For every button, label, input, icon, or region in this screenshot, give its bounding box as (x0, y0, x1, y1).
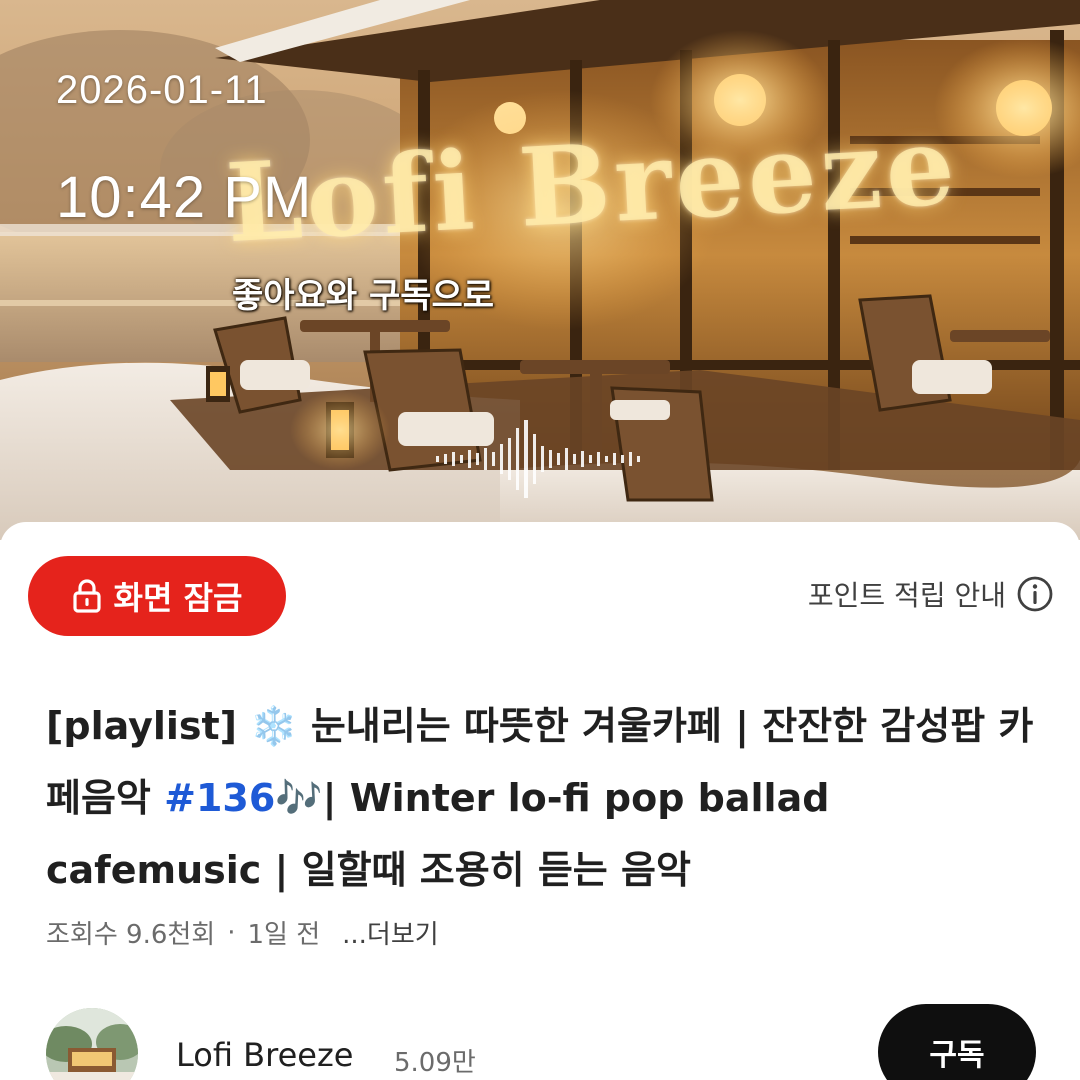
video-title[interactable]: [playlist] ❄️ 눈내리는 따뜻한 겨울카페 | 잔잔한 감성팝 카페… (46, 690, 1036, 906)
title-prefix: [playlist] (46, 704, 251, 748)
music-notes-emoji-icon: 🎶 (275, 776, 323, 820)
snowflake-emoji-icon: ❄️ (250, 704, 298, 748)
video-meta: 조회수 9.6천회 · 1일 전 ...더보기 (46, 914, 439, 951)
channel-row: Lofi Breeze 5.09만 구독 (46, 1004, 1036, 1080)
title-hashtag-link[interactable]: #136 (164, 776, 275, 820)
subscribe-button[interactable]: 구독 (878, 1004, 1036, 1080)
subscriber-count: 5.09만 (394, 1048, 476, 1078)
points-info-label: 포인트 적립 안내 (807, 579, 1006, 612)
video-date-overlay: 2026-01-11 (56, 68, 268, 112)
points-info-link[interactable]: 포인트 적립 안내 (808, 574, 1054, 614)
channel-avatar[interactable] (46, 1008, 138, 1080)
screen-lock-label: 화면 잠금 (113, 579, 243, 617)
channel-name[interactable]: Lofi Breeze (176, 1036, 353, 1074)
video-time-overlay: 10:42 PM (56, 165, 313, 230)
meta-separator: · (227, 917, 236, 948)
subscribe-label: 구독 (929, 1038, 985, 1073)
view-count: 조회수 9.6천회 (46, 920, 216, 950)
upload-age: 1일 전 (247, 920, 321, 950)
screen-lock-button[interactable]: 화면 잠금 (28, 556, 286, 636)
video-player[interactable]: Lofi Breeze 2026-01-11 10:42 PM 좋아요와 구독으… (0, 0, 1080, 540)
lock-icon (72, 578, 102, 614)
video-subtitle-overlay: 좋아요와 구독으로 (232, 276, 495, 316)
app-screen: Lofi Breeze 2026-01-11 10:42 PM 좋아요와 구독으… (0, 0, 1080, 1080)
show-more-link[interactable]: ...더보기 (342, 914, 439, 951)
info-icon (1016, 575, 1054, 613)
video-info-panel: 화면 잠금 포인트 적립 안내 [playlist] ❄️ 눈내리는 따뜻한 겨… (0, 522, 1080, 1080)
